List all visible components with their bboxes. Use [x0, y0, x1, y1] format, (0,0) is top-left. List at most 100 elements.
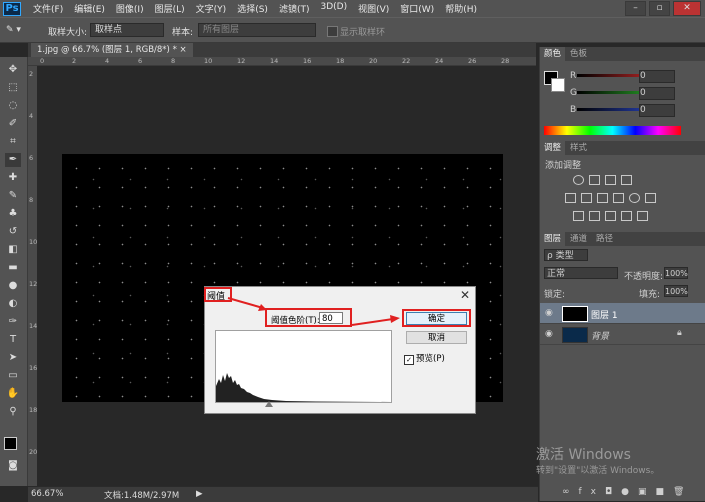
tab-layers[interactable]: 图层: [540, 232, 566, 246]
show-ring-checkbox[interactable]: [327, 26, 338, 37]
cancel-button[interactable]: 取消: [406, 331, 467, 344]
layer-name[interactable]: 图层 1: [591, 308, 618, 321]
menu-3d[interactable]: 3D(D): [320, 2, 347, 15]
layer-row[interactable]: ◉ 背景 🔒︎: [540, 324, 705, 345]
move-tool-icon[interactable]: ✥: [5, 63, 21, 77]
dialog-close-icon[interactable]: ✕: [460, 288, 470, 302]
menu-help[interactable]: 帮助(H): [445, 2, 477, 15]
ruler-label: 28: [501, 57, 510, 65]
color-spectrum-bar[interactable]: [544, 126, 681, 135]
background-color-swatch[interactable]: [551, 78, 565, 92]
invert-icon[interactable]: [573, 211, 584, 221]
hand-tool-icon[interactable]: ✋: [5, 387, 21, 401]
foreground-color-swatch[interactable]: [4, 437, 17, 450]
menu-type[interactable]: 文字(Y): [196, 2, 227, 15]
channel-mixer-icon[interactable]: [645, 193, 656, 203]
menu-window[interactable]: 窗口(W): [400, 2, 434, 15]
ruler-label: 0: [40, 57, 45, 65]
opacity-input[interactable]: 100%: [664, 267, 688, 279]
sample-size-select[interactable]: 取样点: [90, 23, 164, 37]
blur-tool-icon[interactable]: ●: [5, 279, 21, 293]
zoom-tool-icon[interactable]: ⚲: [5, 405, 21, 419]
layer-name[interactable]: 背景: [591, 329, 609, 342]
history-brush-tool-icon[interactable]: ↺: [5, 225, 21, 239]
curves-icon[interactable]: [605, 175, 616, 185]
bw-icon[interactable]: [613, 193, 624, 203]
preview-checkbox[interactable]: ✓ 预览(P): [404, 352, 445, 365]
tab-adjustments[interactable]: 调整: [540, 141, 566, 155]
quick-mask-icon[interactable]: ◙: [5, 459, 21, 473]
layer-footer-icons[interactable]: ∞fx◘●▣■🗑︎: [562, 487, 693, 497]
gradient-tool-icon[interactable]: ▬: [5, 261, 21, 275]
threshold-slider-handle[interactable]: [265, 401, 273, 407]
tab-swatches[interactable]: 色板: [566, 47, 591, 61]
eraser-tool-icon[interactable]: ◧: [5, 243, 21, 257]
close-window-button[interactable]: ✕: [673, 1, 701, 16]
menu-edit[interactable]: 编辑(E): [74, 2, 105, 15]
ruler-label: 4: [105, 57, 110, 65]
photo-filter-icon[interactable]: [629, 193, 640, 203]
eye-icon[interactable]: ◉: [545, 329, 553, 339]
vibrance-icon[interactable]: [565, 193, 576, 203]
pen-tool-icon[interactable]: ✑: [5, 315, 21, 329]
red-value[interactable]: 0: [639, 70, 675, 83]
menu-view[interactable]: 视图(V): [358, 2, 389, 15]
exposure-icon[interactable]: [621, 175, 632, 185]
shape-tool-icon[interactable]: ▭: [5, 369, 21, 383]
blue-value[interactable]: 0: [639, 104, 675, 117]
stamp-tool-icon[interactable]: ♣: [5, 207, 21, 221]
path-select-tool-icon[interactable]: ➤: [5, 351, 21, 365]
lasso-tool-icon[interactable]: ◌: [5, 99, 21, 113]
layer-row[interactable]: ◉ 图层 1: [540, 303, 705, 324]
brightness-icon[interactable]: [573, 175, 584, 185]
restore-button[interactable]: ▫: [649, 1, 670, 16]
activate-windows-title: 激活 Windows: [536, 447, 631, 463]
hue-sat-icon[interactable]: [581, 193, 592, 203]
menu-select[interactable]: 选择(S): [237, 2, 268, 15]
healing-tool-icon[interactable]: ✚: [5, 171, 21, 185]
crop-tool-icon[interactable]: ⌗: [5, 135, 21, 149]
sample-select[interactable]: 所有图层: [198, 23, 316, 37]
gradient-map-icon[interactable]: [621, 211, 632, 221]
marquee-tool-icon[interactable]: ⬚: [5, 81, 21, 95]
document-tab-title: 1.jpg @ 66.7% (图层 1, RGB/8*) *: [37, 45, 177, 55]
tab-color[interactable]: 颜色: [540, 47, 566, 61]
preview-label: 预览(P): [416, 354, 445, 364]
ruler-label: 10: [204, 57, 213, 65]
ruler-label: 16: [303, 57, 312, 65]
menu-file[interactable]: 文件(F): [33, 2, 63, 15]
layer-thumbnail: [562, 327, 588, 343]
eyedropper-tool-icon[interactable]: ✒: [5, 153, 21, 167]
green-value[interactable]: 0: [639, 87, 675, 100]
blend-mode-select[interactable]: 正常: [544, 267, 618, 279]
tab-styles[interactable]: 样式: [566, 141, 591, 155]
eyedropper-tool-icon[interactable]: ✎ ▾: [6, 25, 21, 35]
type-tool-icon[interactable]: T: [5, 333, 21, 347]
document-size: 文档:1.48M/2.97M: [104, 491, 180, 501]
dodge-tool-icon[interactable]: ◐: [5, 297, 21, 311]
threshold-icon[interactable]: [605, 211, 616, 221]
posterize-icon[interactable]: [589, 211, 600, 221]
color-balance-icon[interactable]: [597, 193, 608, 203]
menu-image[interactable]: 图像(I): [116, 2, 144, 15]
tab-paths[interactable]: 路径: [592, 232, 617, 246]
tab-close-icon[interactable]: ×: [180, 45, 187, 55]
menu-layer[interactable]: 图层(L): [155, 2, 185, 15]
quick-select-tool-icon[interactable]: ✐: [5, 117, 21, 131]
levels-icon[interactable]: [589, 175, 600, 185]
adjust-panel-tabs: 调整 样式: [540, 141, 705, 155]
minimize-button[interactable]: –: [625, 1, 646, 16]
layer-kind-filter[interactable]: ρ 类型: [544, 249, 588, 261]
menu-filter[interactable]: 滤镜(T): [279, 2, 310, 15]
selective-color-icon[interactable]: [637, 211, 648, 221]
histogram: [215, 330, 392, 403]
brush-tool-icon[interactable]: ✎: [5, 189, 21, 203]
eye-icon[interactable]: ◉: [545, 308, 553, 318]
tab-channels[interactable]: 通道: [566, 232, 591, 246]
check-icon[interactable]: ✓: [404, 355, 414, 365]
document-tab[interactable]: 1.jpg @ 66.7% (图层 1, RGB/8*) * ×: [31, 43, 193, 57]
status-arrow-icon[interactable]: ▶: [196, 489, 203, 499]
ruler-label: 8: [29, 196, 34, 204]
zoom-level[interactable]: 66.67%: [31, 489, 63, 499]
fill-input[interactable]: 100%: [664, 285, 688, 297]
